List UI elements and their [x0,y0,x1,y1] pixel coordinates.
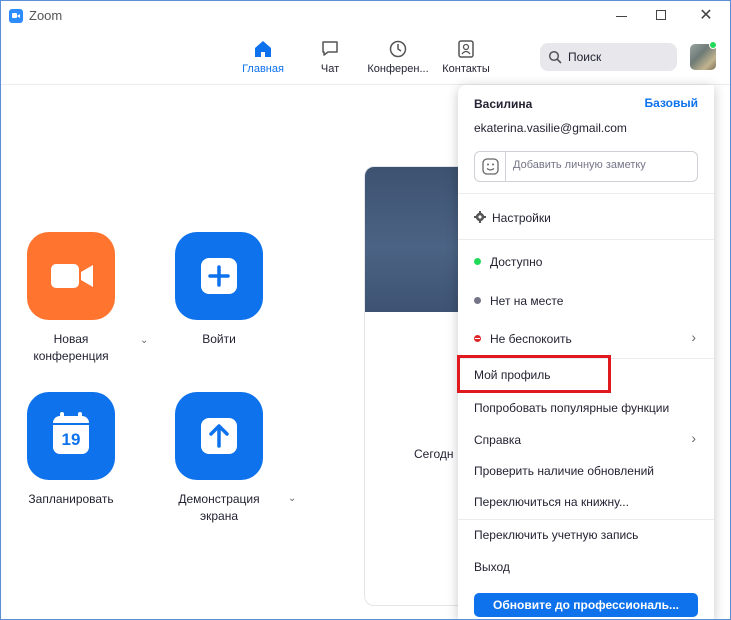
new-meeting-chevron-down-icon[interactable]: ⌄ [140,335,148,346]
gear-icon [474,211,486,223]
tab-contacts[interactable]: Контакты [438,39,494,75]
menu-item-dnd-label: Не беспокоить [490,332,572,346]
chat-icon [322,41,338,56]
maximize-button[interactable] [647,5,677,27]
join-label: Войти [202,332,236,346]
status-available-icon [474,258,481,265]
menu-item-settings-label: Настройки [492,211,551,225]
menu-item-away[interactable]: Нет на месте [474,294,563,308]
share-screen-chevron-down-icon[interactable]: ⌄ [288,493,296,504]
help-chevron-right-icon[interactable]: › [691,430,696,446]
share-arrow-up-icon [201,418,237,454]
smiley-icon [482,158,499,175]
personal-note-field[interactable] [474,151,698,182]
menu-item-switch-portrait[interactable]: Переключиться на книжну... [474,495,629,509]
close-icon: ✕ [699,7,713,24]
status-dnd-icon [474,335,481,342]
tab-home-label: Главная [242,63,284,75]
highlight-box [457,355,611,393]
menu-divider [458,519,714,520]
new-meeting-label: Новая конференция [33,332,109,363]
tab-home[interactable]: Главная [239,39,287,75]
close-button[interactable]: ✕ [691,5,721,27]
maximize-icon [656,10,666,20]
menu-email: ekaterina.vasilie@gmail.com [474,121,627,135]
menu-user-name: Василина [474,97,533,111]
personal-note-input[interactable] [513,159,693,171]
menu-divider [458,239,714,240]
minimize-button[interactable] [607,5,637,27]
menu-item-logout[interactable]: Выход [474,560,510,574]
schedule-button[interactable]: 19 [27,392,115,480]
zoom-window: Zoom ✕ Главная Чат Конферен... Контакты … [0,0,731,620]
presence-available-dot [709,41,717,49]
title-bar: Zoom ✕ [1,1,730,31]
menu-divider [458,193,714,194]
menu-item-settings[interactable]: Настройки [474,211,551,225]
tab-chat-label: Чат [320,63,340,75]
today-text: Сегодн [414,447,454,461]
search-icon [548,50,562,64]
emoji-button[interactable] [475,152,506,181]
plus-icon [201,258,237,294]
tab-meetings-label: Конферен... [367,63,429,75]
upgrade-button[interactable]: Обновите до профессиональ... [474,593,698,617]
clock-icon [389,40,407,58]
menu-item-check-updates[interactable]: Проверить наличие обновлений [474,464,654,478]
window-title: Zoom [29,8,63,23]
search-label: Поиск [568,50,602,64]
share-screen-button[interactable] [175,392,263,480]
tab-meetings[interactable]: Конферен... [363,39,433,75]
minimize-icon [616,16,627,17]
menu-plan-link[interactable]: Базовый [645,96,698,110]
share-screen-label: Демонстрация экрана [178,492,260,523]
tab-contacts-label: Контакты [442,63,490,75]
profile-menu: Василина Базовый ekaterina.vasilie@gmail… [458,85,714,619]
menu-item-switch-account[interactable]: Переключить учетную запись [474,528,638,542]
menu-item-away-label: Нет на месте [490,294,564,308]
schedule-label: Запланировать [28,492,114,506]
menu-item-do-not-disturb[interactable]: Не беспокоить [474,332,572,346]
dnd-chevron-right-icon[interactable]: › [691,329,696,345]
join-button[interactable] [175,232,263,320]
menu-item-available[interactable]: Доступно [474,255,542,269]
menu-item-available-label: Доступно [490,255,543,269]
home-icon [255,41,271,57]
calendar-day: 19 [61,430,81,449]
zoom-logo-icon [9,9,23,23]
search-box[interactable]: Поиск [540,43,677,71]
status-away-icon [474,297,481,304]
menu-item-try-features[interactable]: Попробовать популярные функции [474,401,669,415]
menu-item-help[interactable]: Справка [474,433,521,447]
top-navigation: Главная Чат Конферен... Контакты Поиск [1,31,730,85]
video-camera-icon [51,264,93,288]
contacts-icon [458,40,474,58]
tab-chat[interactable]: Чат [313,39,347,75]
new-meeting-button[interactable] [27,232,115,320]
